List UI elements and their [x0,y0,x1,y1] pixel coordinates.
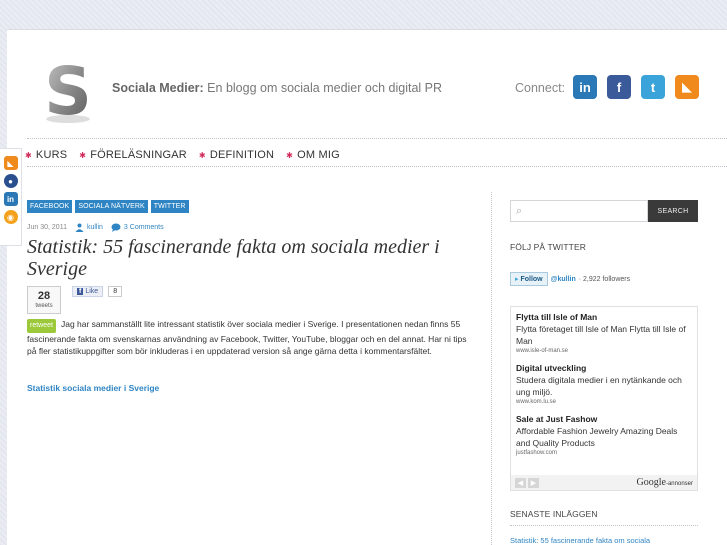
twitter-follow: ▸ Follow @kullin · 2,922 followers [510,272,630,286]
ads-box: Flytta till Isle of Man Flytta företaget… [510,306,698,491]
nav-item-label: OM MIG [297,149,340,161]
post-excerpt: retweet Jag har sammanställt lite intress… [27,318,472,357]
linkedin-icon[interactable]: in [3,192,18,206]
ad-url: www.kom.lu.se [516,399,557,405]
comments-count: 3 Comments [123,224,164,231]
rss-icon[interactable]: ◣ [3,156,18,170]
followers-count: · 2,922 followers [578,275,631,283]
globe-icon[interactable]: ● [3,174,18,188]
nav-item-label: FÖRELÄSNINGAR [90,149,187,161]
sidebar-divider [491,192,492,545]
ad-desc: Studera digitala medier i en nytänkande … [516,375,682,397]
recent-post-link[interactable]: Statistik: 55 fascinerande fakta om soci… [510,536,650,545]
ad-item[interactable]: Sale at Just Fashow Affordable Fashion J… [516,413,692,458]
follow-button[interactable]: ▸ Follow [510,272,548,286]
tag-twitter[interactable]: TWITTER [150,200,189,213]
author[interactable]: kullin [75,223,103,232]
twitter-bird-icon: ▸ [515,276,519,283]
facebook-icon[interactable]: f [607,75,631,99]
follow-heading: FÖLJ PÅ TWITTER [510,242,586,252]
search-input[interactable]: ⌕ [510,200,648,222]
rss-icon[interactable]: ◣ [675,75,699,99]
stumbleupon-icon[interactable]: ◉ [3,210,18,224]
author-name: kullin [86,224,103,231]
ad-title[interactable]: Sale at Just Fashow [516,413,692,425]
nav-item-kurs[interactable]: ✱ KURS [25,149,67,161]
like-button[interactable]: f Like [72,286,104,297]
twitter-icon[interactable]: t [641,75,665,99]
ad-url: www.isle-of-man.se [516,348,569,354]
ad-item[interactable]: Digital utveckling Studera digitala medi… [516,362,692,407]
recent-heading: SENASTE INLÄGGEN [510,509,598,519]
comment-bubble-icon [111,223,121,232]
nav-item-label: KURS [35,149,68,161]
main-nav: ✱ KURS ✱ FÖRELÄSNINGAR ✱ DEFINITION ✱ OM MIG [25,149,340,161]
follow-button-label: Follow [520,276,543,283]
prev-arrow-icon[interactable]: ◀ [515,477,526,488]
follow-user[interactable]: @kullin [551,276,576,283]
ad-desc: Flytta företaget till Isle of Man Flytta… [516,324,686,346]
nav-item-forelasningar[interactable]: ✱ FÖRELÄSNINGAR [79,149,187,161]
nav-item-om-mig[interactable]: ✱ OM MIG [286,149,340,161]
ad-desc: Affordable Fashion Jewelry Amazing Deals… [516,426,678,448]
facebook-icon: f [77,288,84,295]
page: S Sociala Medier: En blogg om sociala me… [7,29,727,545]
site-tagline: Sociala Medier: En blogg om sociala medi… [112,81,442,95]
floating-share-bar: ◣ ● in ◉ [0,148,22,246]
recent-divider [510,525,698,526]
like-label: Like [85,288,99,295]
header-divider [27,138,727,139]
site-logo-icon[interactable]: S [37,58,99,124]
tweets-label: tweets [35,303,53,309]
star-icon: ✱ [198,150,206,160]
post-body: Jag har sammanställt lite intressant sta… [27,319,467,356]
post-date: Jun 30, 2011 [27,224,67,231]
star-icon: ✱ [79,150,87,160]
google-brand: Google [636,477,666,488]
like-count: 8 [108,286,123,297]
site-name[interactable]: Sociala Medier: [112,81,204,95]
nav-item-label: DEFINITION [209,149,275,161]
ad-item[interactable]: Flytta till Isle of Man Flytta företaget… [516,311,692,356]
search-button[interactable]: SEARCH [648,200,698,222]
ad-url: justfashow.com [516,450,558,456]
post-embed-link[interactable]: Statistik sociala medier i Sverige [27,383,159,393]
ad-title[interactable]: Digital utveckling [516,362,692,374]
next-arrow-icon[interactable]: ▶ [528,477,539,488]
linkedin-icon[interactable]: in [573,75,597,99]
nav-item-definition[interactable]: ✱ DEFINITION [199,149,274,161]
tweetmeme-counter[interactable]: 28 tweets [27,286,61,314]
retweet-button[interactable]: retweet [27,319,56,333]
connect-label: Connect: [515,81,566,95]
ad-title[interactable]: Flytta till Isle of Man [516,311,692,323]
facebook-like: f Like 8 [72,286,123,297]
svg-text:S: S [44,58,92,124]
search-icon: ⌕ [516,205,523,217]
google-ads-link[interactable]: Google-annonser [637,477,693,488]
tweets-count: 28 [37,290,51,302]
post-meta: Jun 30, 2011 kullin 3 Comments [27,223,164,232]
tagline-text: En blogg om sociala medier och digital P… [203,81,443,95]
star-icon: ✱ [25,150,32,160]
comments-link[interactable]: 3 Comments [111,223,164,232]
tag-facebook[interactable]: FACEBOOK [27,200,73,213]
user-icon [75,223,84,232]
nav-divider [27,166,727,167]
post-title[interactable]: Statistik: 55 fascinerande fakta om soci… [27,236,457,280]
ads-footer: ◀ ▶ Google-annonser [511,475,697,490]
post-tags: FACEBOOK SOCIALA NÄTVERK TWITTER [27,200,189,213]
star-icon: ✱ [286,150,294,160]
google-ads-suffix: -annonser [665,481,693,487]
tag-sociala-natverk[interactable]: SOCIALA NÄTVERK [75,200,148,213]
